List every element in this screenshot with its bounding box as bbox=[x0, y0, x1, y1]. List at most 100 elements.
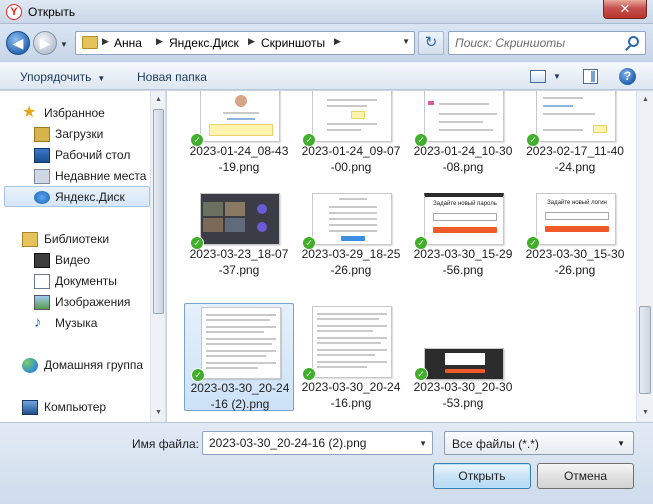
scroll-up-icon[interactable]: ▲ bbox=[640, 93, 651, 107]
nav-item-label: Компьютер bbox=[44, 400, 107, 414]
nav-item-images[interactable]: Изображения bbox=[0, 292, 150, 313]
nav-item-homegroup[interactable]: Домашняя группа bbox=[0, 355, 150, 376]
music-icon: ♪ bbox=[34, 314, 42, 331]
address-row: ◀ ▶ ▼ ▶ Анна ▶ Яндекс.Диск ▶ Скриншоты ▶… bbox=[0, 24, 653, 62]
file-thumbnail: Задайте новый пароль bbox=[424, 193, 504, 245]
scroll-up-icon[interactable]: ▲ bbox=[153, 93, 164, 107]
thumb-caption: Задайте новый пароль bbox=[433, 201, 497, 207]
organize-label: Упорядочить bbox=[20, 70, 92, 84]
file-name: 2023-02-17_11-40 -24.png bbox=[526, 144, 624, 174]
nav-item-downloads[interactable]: Загрузки bbox=[0, 124, 150, 145]
file-tile[interactable]: ✓ 2023-03-29_18-25 -26.png bbox=[296, 190, 406, 298]
file-tile[interactable]: ✓ 2023-01-24_08-43 -19.png bbox=[184, 91, 294, 195]
open-button[interactable]: Открыть bbox=[433, 463, 531, 489]
nav-item-documents[interactable]: Документы bbox=[0, 271, 150, 292]
nav-item-music[interactable]: ♪ Музыка bbox=[0, 313, 150, 334]
nav-item-desktop[interactable]: Рабочий стол bbox=[0, 145, 150, 166]
nav-item-libraries[interactable]: Библиотеки bbox=[0, 229, 150, 250]
dialog-footer: Имя файла: ▼ Все файлы (*.*) ▼ Открыть О… bbox=[0, 422, 653, 504]
scroll-down-icon[interactable]: ▼ bbox=[640, 406, 651, 420]
file-thumbnail bbox=[312, 91, 392, 142]
chevron-down-icon: ▼ bbox=[97, 74, 106, 83]
nav-item-label: Библиотеки bbox=[44, 232, 110, 246]
video-icon bbox=[34, 253, 50, 268]
filename-input[interactable] bbox=[209, 436, 405, 450]
chevron-right-icon[interactable]: ▶ bbox=[156, 36, 163, 47]
folder-icon bbox=[82, 36, 98, 49]
nav-item-label: Загрузки bbox=[55, 127, 104, 141]
nav-scrollbar-thumb[interactable] bbox=[153, 109, 164, 314]
nav-item-recent-places[interactable]: Недавние места bbox=[0, 166, 150, 187]
new-folder-button[interactable]: Новая папка bbox=[137, 70, 207, 84]
file-name: 2023-01-24_09-07 -00.png bbox=[301, 144, 401, 174]
homegroup-icon bbox=[22, 358, 38, 373]
file-tile[interactable]: Задайте новый логин ✓ 2023-03-30_15-30 -2… bbox=[520, 190, 630, 298]
file-name: 2023-03-30_20-24 -16.png bbox=[301, 380, 401, 410]
navigation-pane: ★ Избранное Загрузки Рабочий стол Недавн… bbox=[0, 91, 166, 422]
window-title: Открыть bbox=[28, 5, 76, 19]
chevron-right-icon[interactable]: ▶ bbox=[102, 36, 109, 47]
file-tile[interactable]: ✓ 2023-03-30_20-24 -16.png bbox=[296, 303, 406, 411]
file-thumbnail: Задайте новый логин bbox=[536, 193, 616, 245]
file-thumbnail bbox=[200, 91, 280, 142]
file-list: ✓ 2023-01-24_08-43 -19.png ✓ 2023-01-24_0… bbox=[167, 91, 653, 422]
breadcrumb-screenshots[interactable]: Скриншоты bbox=[261, 36, 325, 50]
history-dropdown-icon[interactable]: ▼ bbox=[60, 40, 68, 49]
libraries-icon bbox=[22, 232, 38, 247]
cancel-button[interactable]: Отмена bbox=[537, 463, 634, 489]
file-tile-selected[interactable]: ✓ 2023-03-30_20-24 -16 (2).png bbox=[184, 303, 294, 411]
forward-button[interactable]: ▶ bbox=[33, 31, 57, 55]
file-tile[interactable]: ✓ 2023-01-24_10-30 -08.png bbox=[408, 91, 518, 195]
chevron-down-icon[interactable]: ▼ bbox=[617, 439, 625, 448]
toolbar: Упорядочить ▼ Новая папка ▼ ? bbox=[0, 62, 653, 90]
file-thumbnail bbox=[312, 193, 392, 245]
file-list-scrollbar[interactable]: ▲ ▼ bbox=[636, 91, 653, 422]
breadcrumb-yandex-disk[interactable]: Яндекс.Диск bbox=[169, 36, 239, 50]
nav-item-label: Изображения bbox=[55, 295, 131, 309]
desktop-icon bbox=[34, 148, 50, 163]
recent-places-icon bbox=[34, 169, 50, 184]
nav-item-label: Документы bbox=[55, 274, 117, 288]
file-name: 2023-01-24_08-43 -19.png bbox=[189, 144, 289, 174]
preview-pane-icon[interactable] bbox=[583, 69, 598, 84]
chevron-right-icon[interactable]: ▶ bbox=[248, 36, 255, 47]
nav-item-video[interactable]: Видео bbox=[0, 250, 150, 271]
filename-combobox[interactable]: ▼ bbox=[202, 431, 433, 455]
nav-item-yandex-disk[interactable]: Яндекс.Диск bbox=[4, 186, 150, 207]
address-bar[interactable]: ▶ Анна ▶ Яндекс.Диск ▶ Скриншоты ▶ ▼ bbox=[75, 31, 415, 55]
scroll-down-icon[interactable]: ▼ bbox=[153, 406, 164, 420]
chevron-right-icon[interactable]: ▶ bbox=[334, 36, 341, 47]
close-button[interactable]: ✕ bbox=[603, 0, 647, 19]
organize-button[interactable]: Упорядочить ▼ bbox=[20, 70, 105, 84]
nav-scrollbar[interactable]: ▲ ▼ bbox=[150, 91, 165, 422]
file-tile[interactable]: ✓ 2023-03-30_20-30 -53.png bbox=[408, 303, 518, 411]
address-dropdown-icon[interactable]: ▼ bbox=[402, 37, 410, 46]
search-box[interactable] bbox=[448, 31, 646, 55]
yandex-disk-icon bbox=[34, 191, 50, 204]
file-thumbnail bbox=[200, 193, 280, 245]
nav-item-computer[interactable]: Компьютер bbox=[0, 397, 150, 418]
downloads-icon bbox=[34, 127, 50, 142]
search-icon[interactable] bbox=[628, 36, 639, 47]
search-input[interactable] bbox=[455, 35, 621, 51]
refresh-button[interactable]: ↻ bbox=[418, 31, 444, 55]
file-tile[interactable]: Задайте новый пароль ✓ 2023-03-30_15-29-… bbox=[408, 190, 518, 298]
nav-item-label: Домашняя группа bbox=[44, 358, 144, 372]
file-thumbnail bbox=[536, 91, 616, 142]
file-type-value: Все файлы (*.*) bbox=[452, 437, 539, 451]
nav-item-favorites[interactable]: ★ Избранное bbox=[0, 103, 150, 124]
change-view-icon[interactable] bbox=[530, 70, 546, 83]
star-icon: ★ bbox=[22, 104, 37, 121]
help-icon[interactable]: ? bbox=[619, 68, 636, 85]
file-list-scrollbar-thumb[interactable] bbox=[639, 306, 651, 394]
file-tile[interactable]: ✓ 2023-01-24_09-07 -00.png bbox=[296, 91, 406, 195]
file-tile[interactable]: ✓ 2023-02-17_11-40 -24.png bbox=[520, 91, 630, 195]
yandex-browser-icon: Y bbox=[6, 4, 22, 20]
back-button[interactable]: ◀ bbox=[6, 31, 30, 55]
chevron-down-icon[interactable]: ▼ bbox=[419, 439, 427, 448]
breadcrumb-anna[interactable]: Анна bbox=[114, 36, 142, 50]
file-type-select[interactable]: Все файлы (*.*) ▼ bbox=[444, 431, 634, 455]
file-name: 2023-03-30_20-30 -53.png bbox=[413, 380, 513, 410]
view-options-dropdown-icon[interactable]: ▼ bbox=[553, 72, 561, 81]
file-tile[interactable]: ✓ 2023-03-23_18-07 -37.png bbox=[184, 190, 294, 298]
